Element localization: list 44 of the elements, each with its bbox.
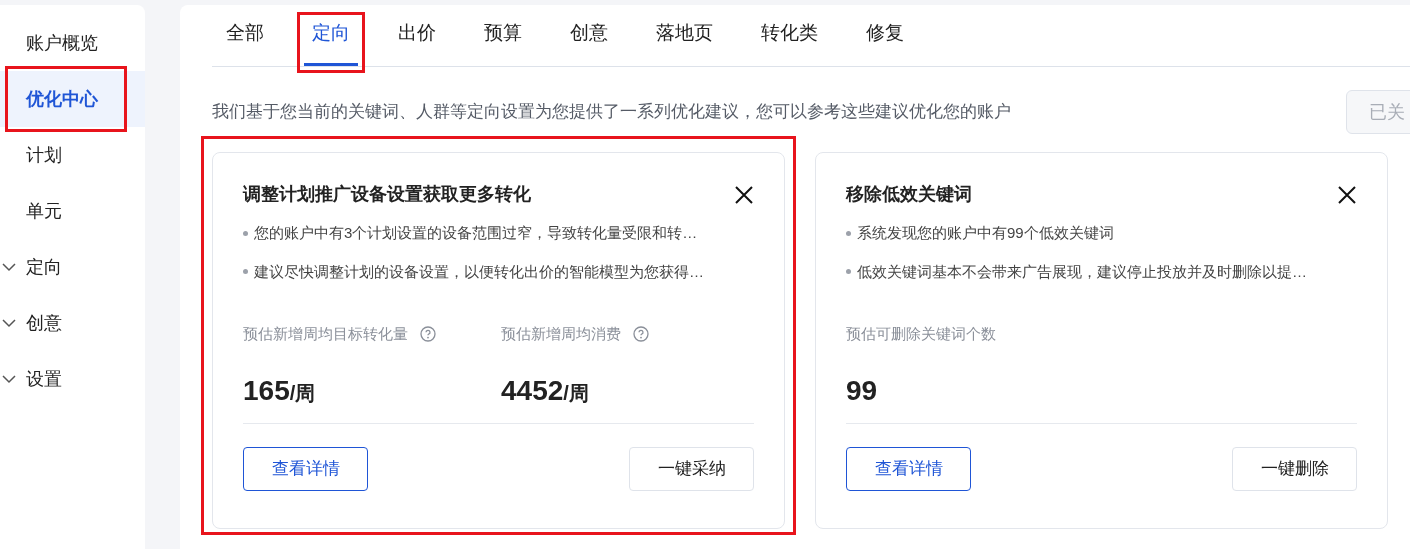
sidebar-item[interactable]: 设置	[0, 351, 145, 407]
sidebar-item[interactable]: 优化中心	[0, 71, 145, 127]
metric-label: 预估新增周均消费	[501, 324, 621, 344]
bullet-icon	[243, 269, 248, 275]
tab[interactable]: 落地页	[648, 5, 721, 66]
chevron-down-icon	[2, 374, 16, 384]
tab[interactable]: 出价	[390, 5, 444, 66]
chevron-down-icon	[2, 262, 16, 272]
sidebar-item[interactable]: 账户概览	[0, 15, 145, 71]
card-title: 调整计划推广设备设置获取更多转化	[243, 183, 531, 206]
metric-value: 165/周	[243, 373, 317, 408]
apply-button[interactable]: 一键删除	[1232, 447, 1357, 491]
bullet-text: 系统发现您的账户中有99个低效关键词	[857, 223, 1114, 243]
description-text: 我们基于您当前的关键词、人群等定向设置为您提供了一系列优化建议，您可以参考这些建议优化您的账户	[212, 101, 1011, 124]
card-title: 移除低效关键词	[846, 183, 972, 206]
sidebar-item[interactable]: 创意	[0, 295, 145, 351]
metric-value: 4452/周	[501, 373, 590, 408]
tab[interactable]: 转化类	[753, 5, 826, 66]
tab[interactable]: 定向	[304, 5, 358, 66]
tab[interactable]: 创意	[562, 5, 616, 66]
close-icon[interactable]	[1338, 185, 1356, 204]
details-button[interactable]: 查看详情	[846, 447, 971, 491]
sidebar-item[interactable]: 定向	[0, 239, 145, 295]
bullet-text: 低效关键词基本不会带来广告展现，建议停止投放并及时删除以提…	[857, 261, 1307, 282]
tab[interactable]: 修复	[858, 5, 912, 66]
help-icon	[420, 326, 436, 343]
chevron-down-icon	[2, 318, 16, 328]
highlight-frame	[297, 12, 365, 73]
tab[interactable]: 全部	[218, 5, 272, 66]
tab[interactable]: 预算	[476, 5, 530, 66]
sidebar-item[interactable]: 单元	[0, 183, 145, 239]
bullet-icon	[846, 230, 851, 236]
bullet-text: 您的账户中有3个计划设置的设备范围过窄，导致转化量受限和转…	[254, 223, 698, 243]
apply-button[interactable]: 一键采纳	[629, 447, 754, 491]
details-button[interactable]: 查看详情	[243, 447, 368, 491]
metric-label: 预估新增周均目标转化量	[243, 324, 408, 344]
bullet-text: 建议尽快调整计划的设备设置，以便转化出价的智能模型为您获得…	[254, 261, 704, 282]
bullet-icon	[846, 269, 851, 275]
help-icon	[633, 326, 649, 343]
sidebar-item[interactable]: 计划	[0, 127, 145, 183]
close-icon[interactable]	[735, 185, 753, 204]
metric-label: 预估可删除关键词个数	[846, 324, 996, 344]
metric-value: 99	[846, 373, 879, 408]
bullet-icon	[243, 230, 248, 236]
